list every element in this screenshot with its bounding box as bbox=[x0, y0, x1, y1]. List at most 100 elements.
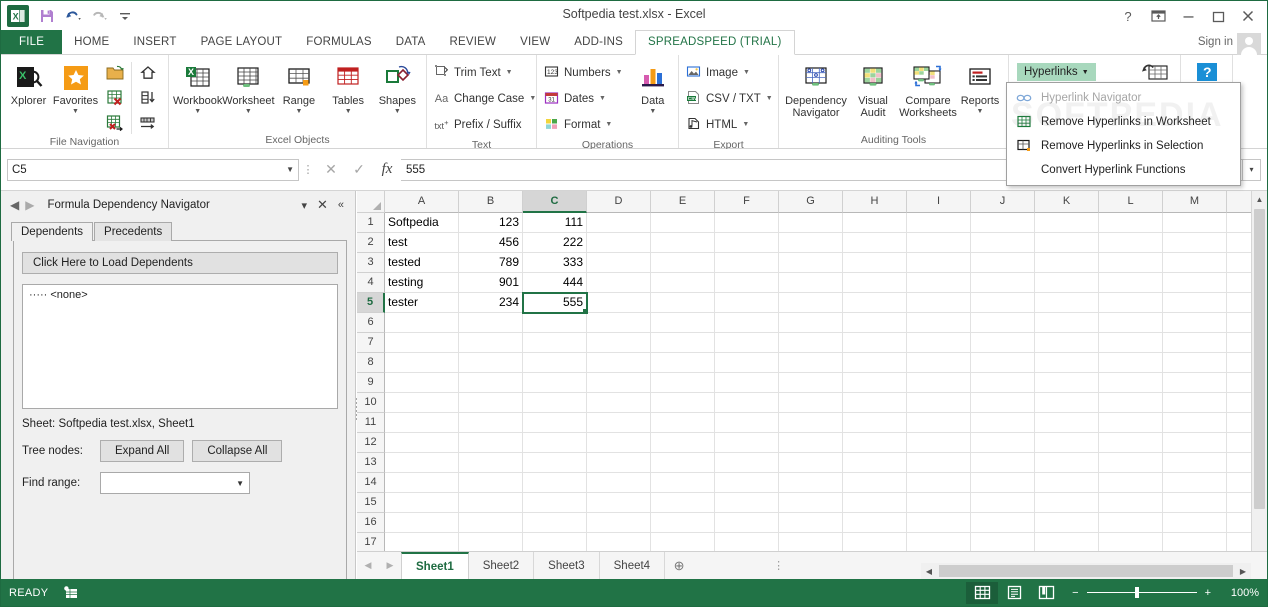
cell-A4[interactable]: testing bbox=[385, 273, 459, 293]
cell-I11[interactable] bbox=[907, 413, 971, 433]
cell-C14[interactable] bbox=[523, 473, 587, 493]
cell-H17[interactable] bbox=[843, 533, 907, 553]
cell-K9[interactable] bbox=[1035, 373, 1099, 393]
cell-D15[interactable] bbox=[587, 493, 651, 513]
chevron-down-icon[interactable]: ▼ bbox=[236, 479, 244, 488]
cell-M15[interactable] bbox=[1163, 493, 1227, 513]
row-header-12[interactable]: 12 bbox=[357, 433, 385, 453]
cell-I13[interactable] bbox=[907, 453, 971, 473]
favorites-button[interactable]: Favorites ▼ bbox=[52, 58, 99, 116]
ribbon-tab-page-layout[interactable]: PAGE LAYOUT bbox=[189, 31, 295, 54]
cell-K14[interactable] bbox=[1035, 473, 1099, 493]
normal-view-button[interactable] bbox=[966, 581, 999, 604]
scroll-up-button[interactable]: ▲ bbox=[1252, 191, 1267, 207]
chevron-down-icon[interactable]: ▼ bbox=[345, 107, 352, 116]
cell-A9[interactable] bbox=[385, 373, 459, 393]
pane-tab-dependents[interactable]: Dependents bbox=[11, 222, 94, 241]
cell-A14[interactable] bbox=[385, 473, 459, 493]
cell-B12[interactable] bbox=[459, 433, 523, 453]
cell-H7[interactable] bbox=[843, 333, 907, 353]
name-box[interactable]: C5 ▼ bbox=[7, 158, 299, 181]
cell-G16[interactable] bbox=[779, 513, 843, 533]
menu-item-remove-hyperlinks-in-selection[interactable]: Remove Hyperlinks in Selection bbox=[1007, 134, 1240, 158]
help-icon[interactable]: ? bbox=[1113, 2, 1143, 30]
row-header-8[interactable]: 8 bbox=[357, 353, 385, 373]
cell-D17[interactable] bbox=[587, 533, 651, 553]
cancel-entry-icon[interactable]: ✕ bbox=[317, 159, 345, 181]
cell-C2[interactable]: 222 bbox=[523, 233, 587, 253]
chevron-down-icon[interactable]: ▼ bbox=[599, 95, 606, 102]
row-header-11[interactable]: 11 bbox=[357, 413, 385, 433]
cell-H9[interactable] bbox=[843, 373, 907, 393]
chevron-down-icon[interactable]: ▼ bbox=[743, 69, 750, 76]
cell-J9[interactable] bbox=[971, 373, 1035, 393]
cell-K8[interactable] bbox=[1035, 353, 1099, 373]
cell-L9[interactable] bbox=[1099, 373, 1163, 393]
cell-F8[interactable] bbox=[715, 353, 779, 373]
row-header-4[interactable]: 4 bbox=[357, 273, 385, 293]
pane-collapse-icon[interactable]: « bbox=[333, 199, 349, 211]
column-header-I[interactable]: I bbox=[907, 191, 971, 213]
cell-C6[interactable] bbox=[523, 313, 587, 333]
cell-L12[interactable] bbox=[1099, 433, 1163, 453]
cell-A17[interactable] bbox=[385, 533, 459, 553]
cell-J1[interactable] bbox=[971, 213, 1035, 233]
dependency-navigator-button[interactable]: Dependency Navigator bbox=[783, 58, 849, 119]
cell-J16[interactable] bbox=[971, 513, 1035, 533]
cell-G12[interactable] bbox=[779, 433, 843, 453]
ribbon-tab-add-ins[interactable]: ADD-INS bbox=[562, 31, 635, 54]
cell-D10[interactable] bbox=[587, 393, 651, 413]
cell-M1[interactable] bbox=[1163, 213, 1227, 233]
cell-B6[interactable] bbox=[459, 313, 523, 333]
xplorer-button[interactable]: X Xplorer bbox=[5, 58, 52, 107]
cell-B2[interactable]: 456 bbox=[459, 233, 523, 253]
cell-M12[interactable] bbox=[1163, 433, 1227, 453]
horizontal-scroll-thumb[interactable] bbox=[939, 565, 1233, 577]
scroll-left-button[interactable]: ◀ bbox=[921, 563, 937, 579]
chevron-down-icon[interactable]: ▼ bbox=[616, 69, 623, 76]
pane-tab-precedents[interactable]: Precedents bbox=[94, 222, 173, 241]
workbook-button[interactable]: X Workbook ▼ bbox=[173, 58, 222, 116]
cell-E16[interactable] bbox=[651, 513, 715, 533]
cell-C4[interactable]: 444 bbox=[523, 273, 587, 293]
cell-C15[interactable] bbox=[523, 493, 587, 513]
dependents-tree[interactable]: ····· <none> bbox=[22, 284, 338, 409]
cell-L16[interactable] bbox=[1099, 513, 1163, 533]
cell-B11[interactable] bbox=[459, 413, 523, 433]
zoom-slider-thumb[interactable] bbox=[1134, 587, 1139, 598]
cell-J14[interactable] bbox=[971, 473, 1035, 493]
cell-J13[interactable] bbox=[971, 453, 1035, 473]
cell-I6[interactable] bbox=[907, 313, 971, 333]
chevron-down-icon[interactable]: ▼ bbox=[605, 121, 612, 128]
cell-L14[interactable] bbox=[1099, 473, 1163, 493]
cell-J11[interactable] bbox=[971, 413, 1035, 433]
cell-F10[interactable] bbox=[715, 393, 779, 413]
cell-A16[interactable] bbox=[385, 513, 459, 533]
insert-function-icon[interactable]: fx bbox=[373, 159, 401, 181]
cell-J2[interactable] bbox=[971, 233, 1035, 253]
save-icon[interactable] bbox=[35, 4, 59, 28]
cell-A10[interactable] bbox=[385, 393, 459, 413]
cell-K4[interactable] bbox=[1035, 273, 1099, 293]
cell-H2[interactable] bbox=[843, 233, 907, 253]
cell-A6[interactable] bbox=[385, 313, 459, 333]
cell-A12[interactable] bbox=[385, 433, 459, 453]
cell-F15[interactable] bbox=[715, 493, 779, 513]
cell-C1[interactable]: 111 bbox=[523, 213, 587, 233]
chevron-down-icon[interactable]: ▼ bbox=[394, 107, 401, 116]
cell-M14[interactable] bbox=[1163, 473, 1227, 493]
column-header-F[interactable]: F bbox=[715, 191, 779, 213]
cell-L7[interactable] bbox=[1099, 333, 1163, 353]
zoom-in-button[interactable]: + bbox=[1205, 587, 1211, 599]
cell-D12[interactable] bbox=[587, 433, 651, 453]
cell-M3[interactable] bbox=[1163, 253, 1227, 273]
ribbon-tab-data[interactable]: DATA bbox=[384, 31, 438, 54]
row-header-13[interactable]: 13 bbox=[357, 453, 385, 473]
expand-all-button[interactable]: Expand All bbox=[100, 440, 185, 462]
cell-M10[interactable] bbox=[1163, 393, 1227, 413]
row-header-3[interactable]: 3 bbox=[357, 253, 385, 273]
cell-I3[interactable] bbox=[907, 253, 971, 273]
cell-I8[interactable] bbox=[907, 353, 971, 373]
menu-item-remove-hyperlinks-in-worksheet[interactable]: Remove Hyperlinks in Worksheet bbox=[1007, 110, 1240, 134]
cell-A11[interactable] bbox=[385, 413, 459, 433]
